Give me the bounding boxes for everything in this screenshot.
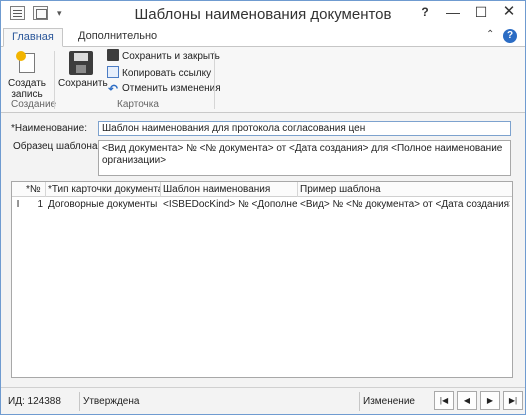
group-divider [54,51,55,109]
copy-link-label: Копировать ссылку [122,68,212,79]
maximize-button[interactable]: ☐ [467,1,495,23]
save-button[interactable]: Сохранить [58,49,108,89]
save-and-close-button[interactable]: Сохранить и закрыть [107,49,220,63]
table-header: *№ *Тип карточки документа Шаблон наимен… [12,182,512,197]
copy-link-icon [107,66,119,78]
column-divider[interactable] [160,182,161,197]
help-button[interactable]: ? [411,1,439,23]
collapse-ribbon-icon[interactable]: ⌃ [486,29,494,40]
row-edit-marker: I [16,199,20,210]
name-field[interactable]: Шаблон наименования для протокола соглас… [98,121,511,136]
column-header-doc-type[interactable]: *Тип карточки документа [48,182,160,197]
column-header-number[interactable]: *№ [26,182,46,197]
sample-label: Образец шаблона: [13,141,101,152]
new-record-icon [16,51,38,75]
close-button[interactable]: ✕ [495,1,523,23]
tab-additional[interactable]: Дополнительно [70,28,165,47]
ribbon-tabs: Главная Дополнительно ⌃ ? [1,27,525,47]
cell-doc-type[interactable]: Договорные документы [48,198,160,212]
record-id: ИД: 124388 [8,396,61,407]
cell-template[interactable]: <ISBEDocKind> № <Дополнен… [163,198,297,212]
help-icon[interactable]: ? [503,29,517,43]
create-record-label-1: Создать [7,78,46,89]
save-close-icon [107,49,119,61]
last-record-button[interactable]: ▶| [503,391,523,410]
status-bar: ИД: 124388 Утверждена Изменение |◀ ◀ ▶ ▶… [1,387,525,414]
group-label-create: Создание [11,99,57,110]
templates-table: *№ *Тип карточки документа Шаблон наимен… [11,181,513,378]
undo-changes-label: Отменить изменения [122,83,221,94]
cell-number[interactable]: 1 [26,198,43,212]
save-and-close-label: Сохранить и закрыть [122,51,220,62]
save-icon [69,51,93,75]
undo-changes-button[interactable]: ↶ Отменить изменения [107,83,221,97]
column-header-template[interactable]: Шаблон наименования [163,182,297,197]
cell-example[interactable]: <Вид> № <№ документа> от <Дата создания>… [300,198,510,212]
minimize-button[interactable]: — [439,1,467,23]
column-divider[interactable] [297,182,298,197]
copy-link-button[interactable]: Копировать ссылку [107,66,211,80]
tab-home[interactable]: Главная [3,28,63,47]
status-divider [359,392,360,411]
record-state: Утверждена [83,396,140,407]
first-record-button[interactable]: |◀ [434,391,454,410]
group-divider [214,51,215,109]
table-row[interactable]: I 1 Договорные документы <ISBEDocKind> №… [12,198,512,212]
group-label-card: Карточка [117,99,159,110]
sample-field[interactable]: <Вид документа> № <№ документа> от <Дата… [98,140,511,176]
undo-icon: ↶ [107,82,119,96]
column-header-example[interactable]: Пример шаблона [300,182,508,197]
ribbon-panel: Создать запись Создание Сохранить Сохран… [1,47,525,113]
next-record-button[interactable]: ▶ [480,391,500,410]
edit-mode: Изменение [363,396,415,407]
status-divider [79,392,80,411]
column-divider[interactable] [45,182,46,197]
name-label: *Наименование: [11,123,87,134]
save-label: Сохранить [58,78,108,89]
create-record-button[interactable]: Создать запись [7,49,47,100]
title-bar: ▾ Шаблоны наименования документов ? — ☐ … [1,1,525,27]
document-name-templates-window: ▾ Шаблоны наименования документов ? — ☐ … [0,0,526,415]
previous-record-button[interactable]: ◀ [457,391,477,410]
